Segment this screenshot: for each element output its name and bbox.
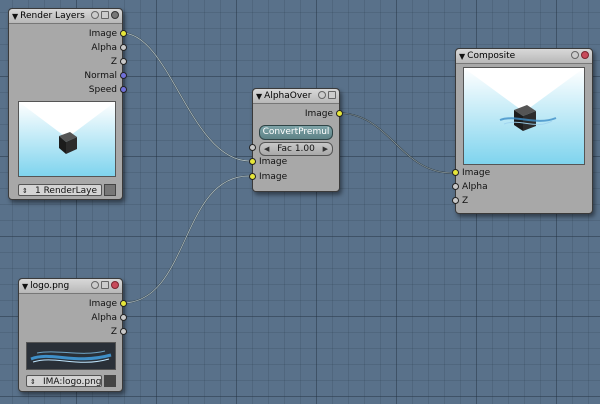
- socket-z[interactable]: [120, 58, 127, 65]
- socket-alpha[interactable]: [120, 314, 127, 321]
- node-title: Composite: [467, 51, 516, 61]
- socket-label: Image: [462, 168, 491, 178]
- socket-image[interactable]: [249, 173, 256, 180]
- render-button[interactable]: [104, 184, 116, 196]
- fac-value: Fac 1.00: [277, 144, 315, 154]
- input-alpha: Alpha: [452, 181, 582, 193]
- circle-icon[interactable]: [571, 51, 579, 59]
- socket-image[interactable]: [249, 158, 256, 165]
- node-title: Render Layers: [20, 11, 85, 21]
- updown-arrows-icon: ⇕: [30, 378, 36, 386]
- link-logo-to-alphaover: [121, 175, 250, 304]
- triangle-down-icon[interactable]: ▼: [12, 12, 18, 21]
- render-layer-value: 1 RenderLaye: [35, 186, 98, 196]
- socket-z[interactable]: [452, 197, 459, 204]
- node-alpha-over[interactable]: ▼ AlphaOver Image ConvertPremul ◀ Fac 1.…: [249, 88, 343, 192]
- input-z: Z: [452, 195, 582, 207]
- output-image: Image: [9, 28, 127, 40]
- socket-label: Image: [304, 109, 333, 119]
- link-alphaover-to-composite: [337, 112, 453, 174]
- socket-image[interactable]: [452, 169, 459, 176]
- output-z: Z: [19, 326, 127, 338]
- socket-fac[interactable]: [249, 144, 256, 151]
- circle-icon[interactable]: [91, 281, 99, 289]
- render-preview: [18, 101, 116, 177]
- socket-label: Alpha: [462, 182, 488, 192]
- output-image: Image: [253, 108, 343, 120]
- output-alpha: Alpha: [9, 42, 127, 54]
- socket-label: Normal: [84, 71, 117, 81]
- triangle-down-icon[interactable]: ▼: [256, 92, 262, 101]
- socket-label: Speed: [88, 85, 117, 95]
- close-icon[interactable]: [581, 51, 589, 59]
- circle-icon[interactable]: [318, 91, 326, 99]
- socket-speed[interactable]: [120, 86, 127, 93]
- output-alpha: Alpha: [19, 312, 127, 324]
- output-image: Image: [19, 298, 127, 310]
- window-icon[interactable]: [101, 11, 109, 19]
- image-select[interactable]: ⇕ IMA:logo.png: [26, 375, 102, 387]
- output-speed: Speed: [9, 84, 127, 96]
- node-header[interactable]: ▼ Composite: [456, 49, 592, 64]
- circle-icon[interactable]: [91, 11, 99, 19]
- node-title: logo.png: [30, 281, 70, 291]
- image-browse-button[interactable]: [104, 375, 116, 387]
- node-composite[interactable]: ▼ Composite Image Alpha Z: [452, 48, 593, 214]
- window-icon[interactable]: [328, 91, 336, 99]
- socket-alpha[interactable]: [452, 183, 459, 190]
- composite-preview: [463, 67, 585, 165]
- triangle-down-icon[interactable]: ▼: [459, 52, 465, 61]
- updown-arrows-icon: ⇕: [22, 187, 28, 195]
- socket-alpha[interactable]: [120, 44, 127, 51]
- socket-label: Alpha: [91, 313, 117, 323]
- socket-label: Z: [462, 196, 469, 206]
- window-icon[interactable]: [101, 281, 109, 289]
- socket-label: Image: [259, 157, 288, 167]
- socket-image[interactable]: [120, 300, 127, 307]
- render-layer-select[interactable]: ⇕ 1 RenderLaye: [18, 184, 102, 196]
- socket-label: Image: [88, 29, 117, 39]
- socket-label: Alpha: [91, 43, 117, 53]
- image-select-value: IMA:logo.png: [43, 377, 102, 387]
- socket-label: Z: [110, 57, 117, 67]
- node-header[interactable]: ▼ logo.png: [19, 279, 122, 294]
- arrow-left-icon[interactable]: ◀: [264, 143, 269, 155]
- socket-label: Image: [88, 299, 117, 309]
- node-render-layers[interactable]: ▼ Render Layers Image Alpha Z Normal Spe…: [8, 8, 127, 200]
- fac-field[interactable]: ◀ Fac 1.00 ▶: [259, 142, 333, 156]
- link-renderlayers-to-alphaover: [121, 32, 250, 162]
- output-z: Z: [9, 56, 127, 68]
- input-image: Image: [452, 167, 582, 179]
- input-image-2: Image: [249, 171, 339, 183]
- triangle-down-icon[interactable]: ▼: [22, 282, 28, 291]
- node-header[interactable]: ▼ AlphaOver: [253, 89, 339, 104]
- node-logo-image[interactable]: ▼ logo.png Image Alpha Z ⇕ IMA:logo.png: [18, 278, 127, 392]
- logo-preview: [26, 342, 116, 370]
- socket-image[interactable]: [336, 110, 343, 117]
- node-title: AlphaOver: [264, 91, 312, 101]
- convert-premul-button[interactable]: ConvertPremul: [259, 125, 333, 140]
- input-image-1: Image: [249, 156, 339, 168]
- socket-label: Image: [259, 172, 288, 182]
- socket-image[interactable]: [120, 30, 127, 37]
- socket-label: Z: [110, 327, 117, 337]
- close-icon[interactable]: [111, 11, 119, 19]
- socket-z[interactable]: [120, 328, 127, 335]
- arrow-right-icon[interactable]: ▶: [323, 143, 328, 155]
- close-icon[interactable]: [111, 281, 119, 289]
- output-normal: Normal: [9, 70, 127, 82]
- node-header[interactable]: ▼ Render Layers: [9, 9, 122, 24]
- socket-normal[interactable]: [120, 72, 127, 79]
